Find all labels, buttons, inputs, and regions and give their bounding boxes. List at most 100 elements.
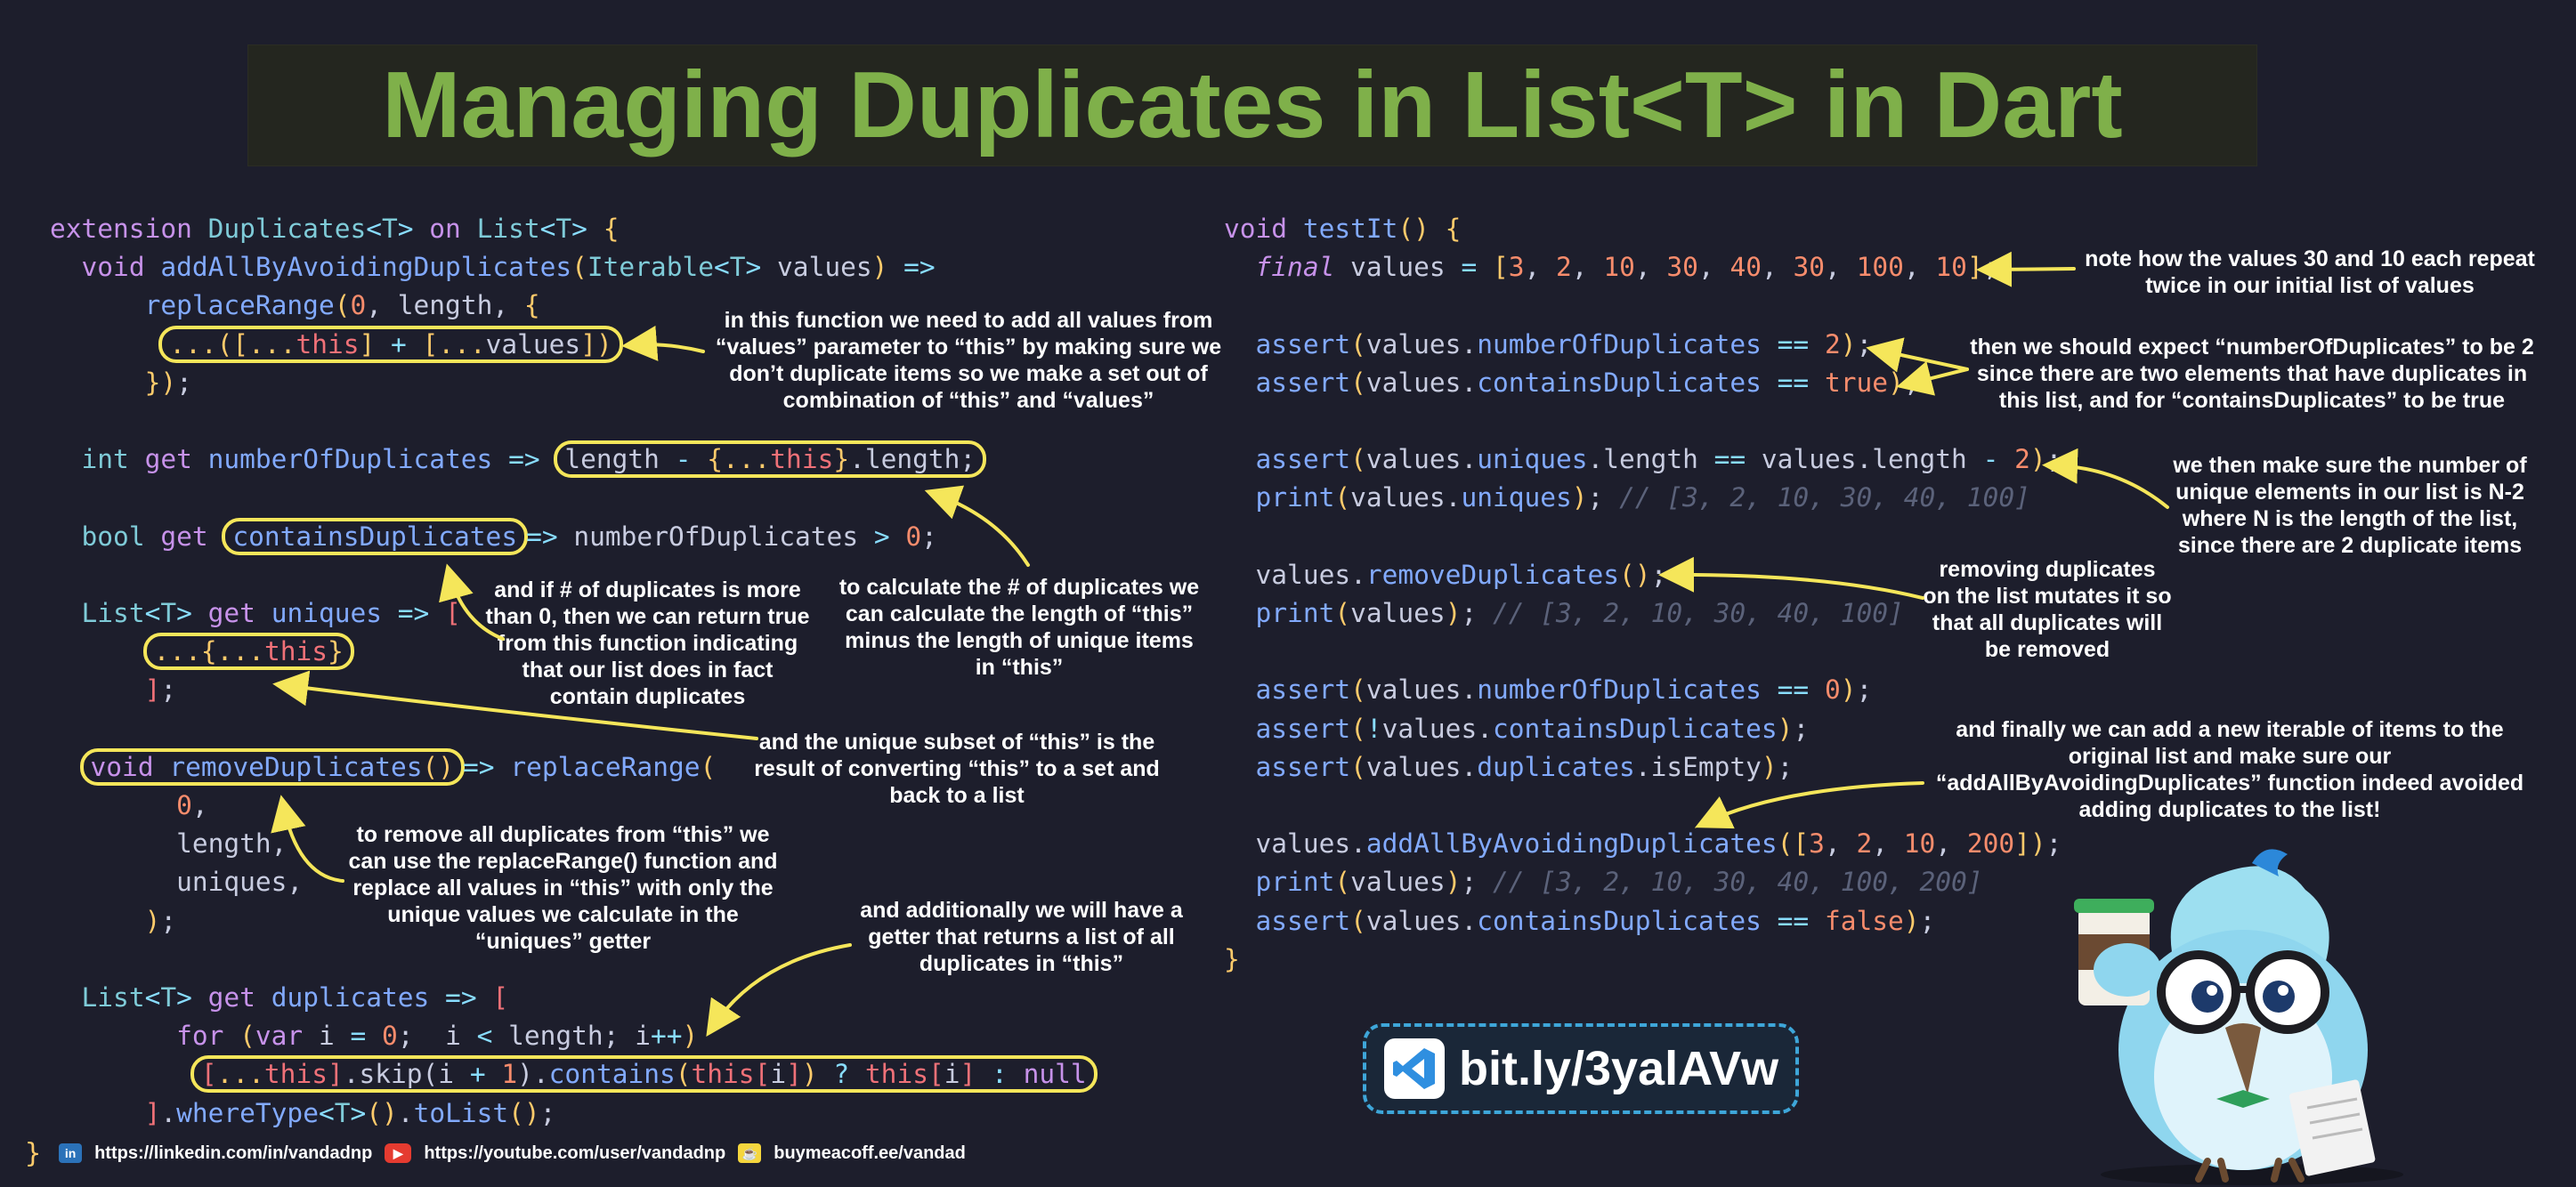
code-token: [: [492, 982, 509, 1013]
code-token: values: [1350, 252, 1462, 283]
code-token: () {: [1397, 214, 1462, 244]
short-link-box[interactable]: bit.ly/3yalAVw: [1363, 1023, 1799, 1114]
code-token: 0: [382, 1021, 398, 1052]
code-token: ...: [438, 328, 486, 359]
code-token: >: [571, 214, 603, 244]
code-token: containsDuplicates: [232, 521, 518, 552]
code-token: testIt: [1302, 214, 1398, 244]
test-function-code-line: assert(values.uniques.length == values.l…: [1224, 440, 2062, 479]
code-token: <: [713, 252, 730, 283]
extension-code-line: ...([...this] + [...values]): [50, 325, 623, 364]
code-token: uniques: [1477, 444, 1588, 475]
code-token: (: [571, 252, 587, 283]
code-token: ).: [517, 1059, 549, 1090]
code-token: ;: [1650, 559, 1667, 590]
code-token: values: [1350, 598, 1446, 628]
code-token: assert: [1255, 905, 1351, 936]
code-token: duplicates: [271, 982, 430, 1013]
code-token: get: [160, 521, 224, 552]
extension-code-line: void addAllByAvoidingDuplicates(Iterable…: [50, 248, 936, 287]
code-token: ]: [327, 1059, 344, 1090]
code-token: }: [327, 636, 344, 667]
code-token: {: [603, 214, 620, 244]
note-remove-duplicates: to remove all duplicates from “this” we …: [348, 822, 778, 954]
code-token: // [3, 2, 10, 30, 40, 100]: [1619, 482, 2030, 513]
code-token: values.: [1255, 828, 1366, 860]
code-token: 2: [1556, 252, 1572, 283]
code-token: [: [445, 598, 461, 628]
code-highlight: length - {...this}.length;: [554, 440, 987, 479]
code-token: ;: [1587, 482, 1620, 513]
code-token: uniques,: [176, 867, 304, 898]
code-token: 10: [1903, 828, 1936, 860]
code-token: ,: [1825, 252, 1857, 283]
code-token: ]: [144, 674, 161, 706]
code-token: this: [770, 444, 834, 475]
code-token: // [3, 2, 10, 30, 40, 100]: [1492, 598, 1904, 628]
code-token: ;: [160, 905, 177, 936]
code-token: =>: [463, 751, 511, 782]
code-token: ]): [580, 328, 612, 359]
code-token: i: [944, 1059, 960, 1090]
code-token: ,: [1697, 252, 1730, 283]
code-token: removeDuplicates: [1365, 559, 1620, 590]
code-token: extension: [50, 214, 208, 244]
youtube-link[interactable]: https://youtube.com/user/vandadnp: [424, 1143, 725, 1164]
code-token: .length: [1587, 444, 1714, 475]
code-token: ,: [1524, 252, 1557, 283]
code-token: 30: [1793, 252, 1826, 283]
code-token: (: [1350, 444, 1366, 475]
code-token: ): [1445, 867, 1462, 898]
code-token: ): [1840, 674, 1857, 706]
code-token: ,: [1824, 828, 1857, 860]
code-token: >: [873, 521, 906, 552]
extension-code-line: [...this].skip(i + 1).contains(this[i]) …: [50, 1055, 1098, 1094]
code-token: (: [1350, 713, 1366, 744]
code-token: <: [318, 1097, 335, 1128]
code-token: -: [1982, 444, 2015, 475]
code-token: =>: [887, 252, 936, 283]
code-token: containsDuplicates: [1492, 713, 1778, 744]
code-token: List: [476, 214, 540, 244]
code-token: (: [239, 1021, 255, 1052]
code-token: ]): [2014, 828, 2046, 860]
code-token: void: [90, 751, 170, 782]
linkedin-link[interactable]: https://linkedin.com/in/vandadnp: [94, 1143, 372, 1164]
coffee-cup-icon: ☕: [738, 1143, 762, 1163]
code-token: this: [691, 1059, 755, 1090]
code-token: false: [1824, 905, 1904, 936]
code-token: (): [1619, 559, 1651, 590]
page-title: Managing Duplicates in List<T> in Dart: [382, 52, 2123, 157]
code-token: ;: [1856, 674, 1873, 706]
buymeacoffee-link[interactable]: buymeacoff.ee/vandad: [774, 1143, 966, 1164]
code-token: get: [207, 598, 271, 628]
code-token: whereType: [176, 1097, 319, 1128]
code-token: ;: [1982, 252, 1999, 283]
code-token: [: [754, 1059, 771, 1090]
code-token: {: [523, 290, 540, 321]
code-token: i: [770, 1059, 787, 1090]
code-token: [: [1492, 252, 1509, 283]
code-highlight: [...this].skip(i + 1).contains(this[i]) …: [190, 1055, 1098, 1094]
code-token: ...: [153, 636, 201, 667]
code-token: numberOfDuplicates: [1477, 328, 1762, 359]
code-token: ; i: [397, 1021, 477, 1052]
code-token: 10: [1935, 252, 1967, 283]
code-token: ): [682, 1021, 699, 1052]
note-initial-values: note how the values 30 and 10 each repea…: [2085, 246, 2535, 298]
code-token: values.: [1365, 444, 1478, 475]
code-token: =>: [382, 598, 446, 628]
code-token: <: [144, 982, 161, 1013]
code-token: 40: [1729, 252, 1762, 283]
code-token: null: [1023, 1059, 1087, 1090]
test-function-code-line: assert(values.numberOfDuplicates == 0);: [1224, 671, 1873, 709]
extension-code-line: extension Duplicates<T> on List<T> {: [50, 210, 619, 248]
